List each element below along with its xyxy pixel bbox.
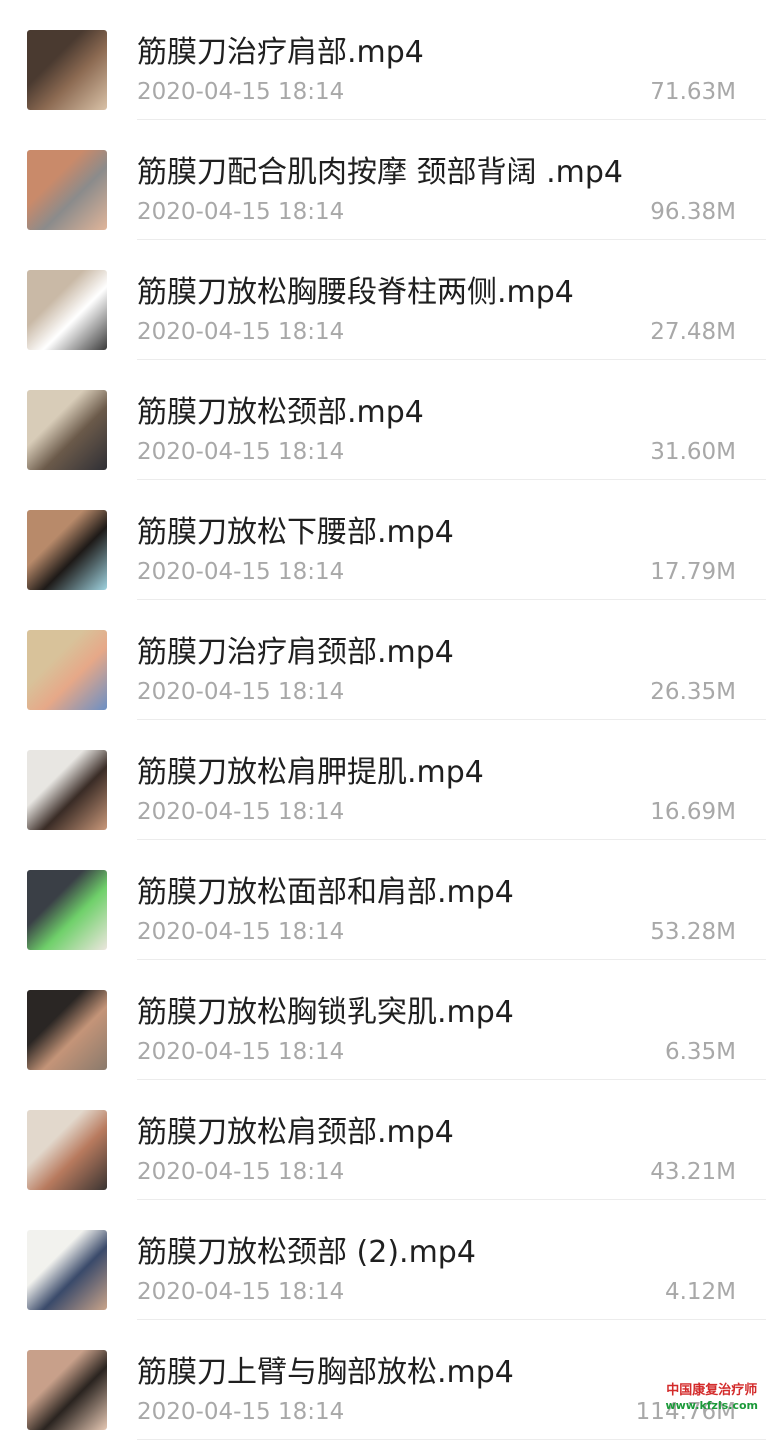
file-date: 2020-04-15 18:14: [137, 1398, 344, 1426]
video-thumbnail[interactable]: [27, 630, 107, 710]
file-name: 筋膜刀治疗肩部.mp4: [137, 35, 424, 71]
file-date: 2020-04-15 18:14: [137, 318, 344, 346]
file-name: 筋膜刀放松胸腰段脊柱两侧.mp4: [137, 275, 574, 311]
video-thumbnail[interactable]: [27, 1110, 107, 1190]
watermark-url: www.kfzls.com: [665, 1398, 758, 1413]
video-thumbnail[interactable]: [27, 30, 107, 110]
file-name: 筋膜刀放松肩颈部.mp4: [137, 1115, 454, 1151]
file-row[interactable]: 筋膜刀放松颈部.mp4 2020-04-15 18:14 31.60M: [0, 360, 766, 480]
file-name: 筋膜刀放松肩胛提肌.mp4: [137, 755, 484, 791]
file-size: 26.35M: [650, 678, 736, 706]
video-thumbnail[interactable]: [27, 1350, 107, 1430]
file-size: 31.60M: [650, 438, 736, 466]
file-row[interactable]: 筋膜刀配合肌肉按摩 颈部背阔 .mp4 2020-04-15 18:14 96.38…: [0, 120, 766, 240]
file-row[interactable]: 筋膜刀治疗肩颈部.mp4 2020-04-15 18:14 26.35M: [0, 600, 766, 720]
video-thumbnail[interactable]: [27, 870, 107, 950]
file-row[interactable]: 筋膜刀放松下腰部.mp4 2020-04-15 18:14 17.79M: [0, 480, 766, 600]
video-thumbnail[interactable]: [27, 390, 107, 470]
file-size: 4.12M: [665, 1278, 736, 1306]
watermark-text: 中国康复治疗师: [665, 1383, 758, 1398]
file-row[interactable]: 筋膜刀放松颈部 (2).mp4 2020-04-15 18:14 4.12M: [0, 1200, 766, 1320]
file-date: 2020-04-15 18:14: [137, 438, 344, 466]
file-date: 2020-04-15 18:14: [137, 918, 344, 946]
file-date: 2020-04-15 18:14: [137, 78, 344, 106]
file-row[interactable]: 筋膜刀放松面部和肩部.mp4 2020-04-15 18:14 53.28M: [0, 840, 766, 960]
file-name: 筋膜刀配合肌肉按摩 颈部背阔 .mp4: [137, 155, 623, 191]
file-size: 96.38M: [650, 198, 736, 226]
video-thumbnail[interactable]: [27, 150, 107, 230]
file-size: 17.79M: [650, 558, 736, 586]
file-row[interactable]: 筋膜刀放松胸锁乳突肌.mp4 2020-04-15 18:14 6.35M: [0, 960, 766, 1080]
video-thumbnail[interactable]: [27, 510, 107, 590]
file-name: 筋膜刀放松胸锁乳突肌.mp4: [137, 995, 514, 1031]
file-date: 2020-04-15 18:14: [137, 1278, 344, 1306]
watermark: 中国康复治疗师 www.kfzls.com: [665, 1383, 758, 1413]
video-thumbnail[interactable]: [27, 270, 107, 350]
file-size: 27.48M: [650, 318, 736, 346]
file-size: 53.28M: [650, 918, 736, 946]
file-date: 2020-04-15 18:14: [137, 678, 344, 706]
file-row[interactable]: 筋膜刀治疗肩部.mp4 2020-04-15 18:14 71.63M: [0, 0, 766, 120]
file-name: 筋膜刀放松颈部.mp4: [137, 395, 424, 431]
file-size: 16.69M: [650, 798, 736, 826]
file-name: 筋膜刀上臂与胸部放松.mp4: [137, 1355, 514, 1391]
file-row[interactable]: 筋膜刀上臂与胸部放松.mp42020-04-15 18:14114.76M: [0, 1320, 766, 1440]
video-thumbnail[interactable]: [27, 990, 107, 1070]
file-date: 2020-04-15 18:14: [137, 198, 344, 226]
file-name: 筋膜刀治疗肩颈部.mp4: [137, 635, 454, 671]
video-thumbnail[interactable]: [27, 750, 107, 830]
file-date: 2020-04-15 18:14: [137, 558, 344, 586]
file-size: 71.63M: [650, 78, 736, 106]
file-date: 2020-04-15 18:14: [137, 1038, 344, 1066]
file-size: 43.21M: [650, 1158, 736, 1186]
file-name: 筋膜刀放松颈部 (2).mp4: [137, 1235, 476, 1271]
file-size: 6.35M: [665, 1038, 736, 1066]
file-row[interactable]: 筋膜刀放松肩胛提肌.mp4 2020-04-15 18:14 16.69M: [0, 720, 766, 840]
file-date: 2020-04-15 18:14: [137, 798, 344, 826]
file-date: 2020-04-15 18:14: [137, 1158, 344, 1186]
file-row[interactable]: 筋膜刀放松胸腰段脊柱两侧.mp4 2020-04-15 18:14 27.48M: [0, 240, 766, 360]
file-name: 筋膜刀放松下腰部.mp4: [137, 515, 454, 551]
file-name: 筋膜刀放松面部和肩部.mp4: [137, 875, 514, 911]
video-thumbnail[interactable]: [27, 1230, 107, 1310]
file-list: 筋膜刀治疗肩部.mp4 2020-04-15 18:14 71.63M 筋膜刀配合肌肉…: [0, 0, 766, 1440]
file-row[interactable]: 筋膜刀放松肩颈部.mp4 2020-04-15 18:14 43.21M: [0, 1080, 766, 1200]
